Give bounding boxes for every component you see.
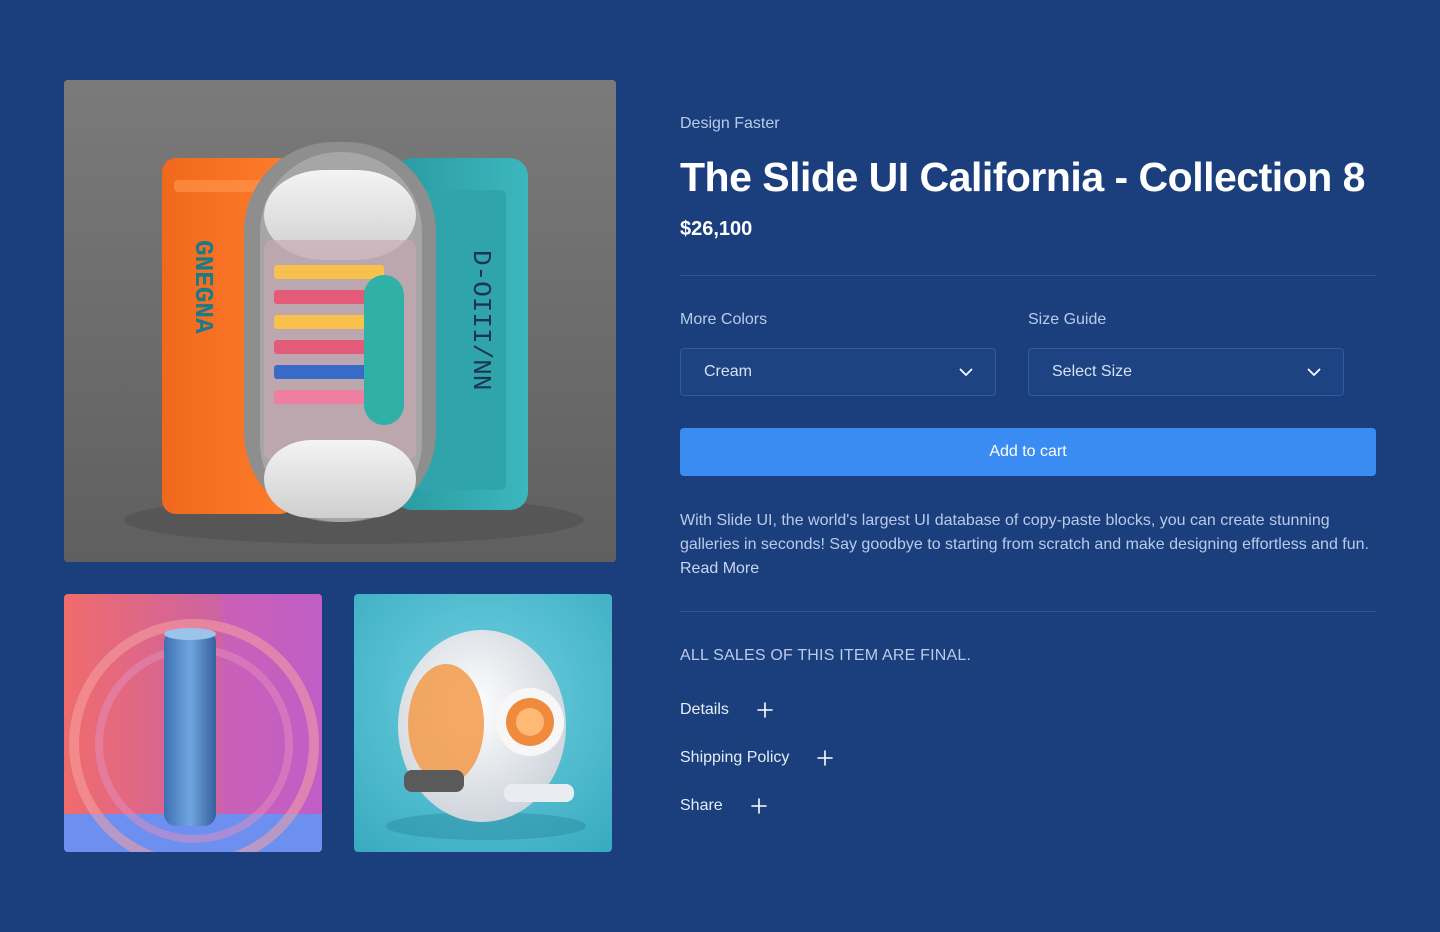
product-page: D-OIII/NN GNEGNA Design Faster The Slide… (0, 0, 1440, 932)
description-text: With Slide UI, the world's largest UI da… (680, 512, 1369, 553)
main-product-image[interactable]: D-OIII/NN GNEGNA (64, 80, 616, 562)
svg-text:D-OIII/NN: D-OIII/NN (466, 250, 496, 390)
robot-illustration (354, 594, 612, 852)
accordion-shipping-policy[interactable]: Shipping Policy (680, 749, 834, 767)
size-select-value: Select Size (1052, 363, 1133, 380)
accordion-share[interactable]: Share (680, 797, 767, 815)
svg-text:GNEGNA: GNEGNA (188, 240, 218, 334)
thumbnail-robot[interactable] (354, 594, 612, 852)
color-select[interactable]: Cream (680, 348, 996, 396)
product-description: With Slide UI, the world's largest UI da… (680, 509, 1380, 581)
add-to-cart-button[interactable]: Add to cart (680, 428, 1376, 476)
product-details-panel: Design Faster The Slide UI California - … (680, 0, 1376, 932)
speaker-illustration (64, 594, 322, 852)
accordion-details[interactable]: Details (680, 701, 773, 719)
color-select-value: Cream (704, 363, 753, 380)
accordion-label: Details (680, 701, 729, 718)
plus-icon (757, 702, 773, 718)
accordion-label: Share (680, 797, 723, 814)
chevron-down-icon (959, 368, 973, 377)
final-sale-note: ALL SALES OF THIS ITEM ARE FINAL. (680, 647, 972, 664)
colors-label: More Colors (680, 311, 768, 328)
product-price: $26,100 (680, 218, 753, 240)
device-illustration: D-OIII/NN GNEGNA (64, 80, 616, 562)
read-more-link[interactable]: Read More (680, 560, 759, 577)
chevron-down-icon (1307, 368, 1321, 377)
size-label: Size Guide (1028, 311, 1107, 328)
product-eyebrow: Design Faster (680, 115, 780, 132)
divider (680, 611, 1376, 612)
thumbnail-speaker[interactable] (64, 594, 322, 852)
product-title: The Slide UI California - Collection 8 (680, 154, 1365, 200)
divider (680, 275, 1376, 276)
accordion-label: Shipping Policy (680, 749, 790, 766)
plus-icon (817, 750, 834, 766)
size-select[interactable]: Select Size (1028, 348, 1344, 396)
plus-icon (750, 798, 767, 814)
